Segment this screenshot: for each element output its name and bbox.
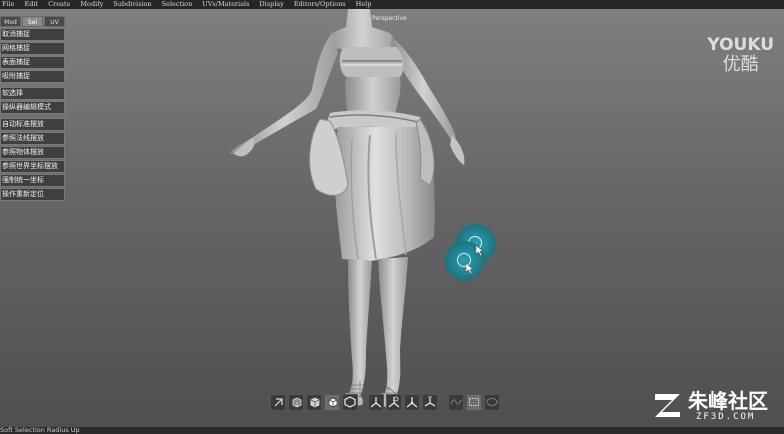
cube-highlight-icon[interactable] [324,393,340,411]
menu-item-editors-options[interactable]: Editors/Options [289,0,351,9]
curve-select-icon[interactable] [448,393,464,411]
zf3d-watermark: 朱峰社区 ZF3D.COM [652,390,778,424]
menu-item-modify[interactable]: Modify [75,0,108,9]
zf3d-watermark-en: ZF3D.COM [696,412,756,422]
tab-uv[interactable]: UV [44,16,65,27]
marquee-select-icon[interactable] [466,393,482,411]
menu-item-display[interactable]: Display [254,0,288,9]
mouse-cursor-icon [466,263,474,274]
manipulator-edit-button[interactable]: 操纵器编辑模式 [0,101,65,114]
world-place-button[interactable]: 参照世界坐标摆放 [0,160,65,173]
soft-select-button[interactable]: 软选择 [0,87,65,100]
menu-item-create[interactable]: Create [43,0,75,9]
perspective-viewport[interactable]: Perspective [0,9,784,427]
menu-item-subdivision[interactable]: Subdivision [108,0,156,9]
menu-item-help[interactable]: Help [351,0,377,9]
cancel-snap-button[interactable]: 取消捕捉 [0,28,65,41]
cube-front-icon[interactable] [288,393,304,411]
lasso-select-icon[interactable] [484,393,500,411]
auto-place-button[interactable]: 自动标准摆放 [0,118,65,131]
zf3d-watermark-cn: 朱峰社区 [688,389,768,413]
character-model[interactable] [220,9,480,409]
menu-item-file[interactable]: File [0,0,20,9]
normal-place-button[interactable]: 参照法线摆放 [0,132,65,145]
status-bar: Soft Selection Radius Up [0,427,784,434]
tab-sel[interactable]: Sel [22,16,43,27]
object-place-button[interactable]: 参照物体摆放 [0,146,65,159]
rotate-tool-icon[interactable] [270,393,286,411]
attach-snap-button[interactable]: 吸附捕捉 [0,70,65,83]
shelf-panel: Mod Sel UV 取消捕捉 网格捕捉 表面捕捉 吸附捕捉 软选择 操纵器编辑… [0,16,66,202]
shelf-tabs: Mod Sel UV [0,16,66,27]
axis-rotate-icon[interactable] [386,393,402,411]
axis-alt-icon[interactable] [404,393,420,411]
tab-mod[interactable]: Mod [0,16,21,27]
axis-icon[interactable] [368,393,384,411]
hexagon-icon[interactable] [342,393,358,411]
zf3d-logo-icon [655,394,680,417]
menu-item-edit[interactable]: Edit [20,0,44,9]
bottom-toolbar [270,392,500,412]
youku-watermark-en: YOUKU [707,35,774,55]
youku-watermark: YOUKU 优酷 [707,36,774,76]
unify-coords-button[interactable]: 强制统一坐标 [0,174,65,187]
menu-bar: File Edit Create Modify Subdivision Selection… [0,0,784,9]
grid-snap-button[interactable]: 网格捕捉 [0,42,65,55]
menu-item-uvs-materials[interactable]: UVs/Materials [197,0,254,9]
reposition-button[interactable]: 操作重新定位 [0,188,65,201]
surface-snap-button[interactable]: 表面捕捉 [0,56,65,69]
axis-world-icon[interactable] [422,393,438,411]
menu-item-selection[interactable]: Selection [157,0,198,9]
youku-watermark-cn: 优酷 [722,54,759,75]
mouse-cursor-icon [476,245,484,256]
cube-solid-icon[interactable] [306,393,322,411]
